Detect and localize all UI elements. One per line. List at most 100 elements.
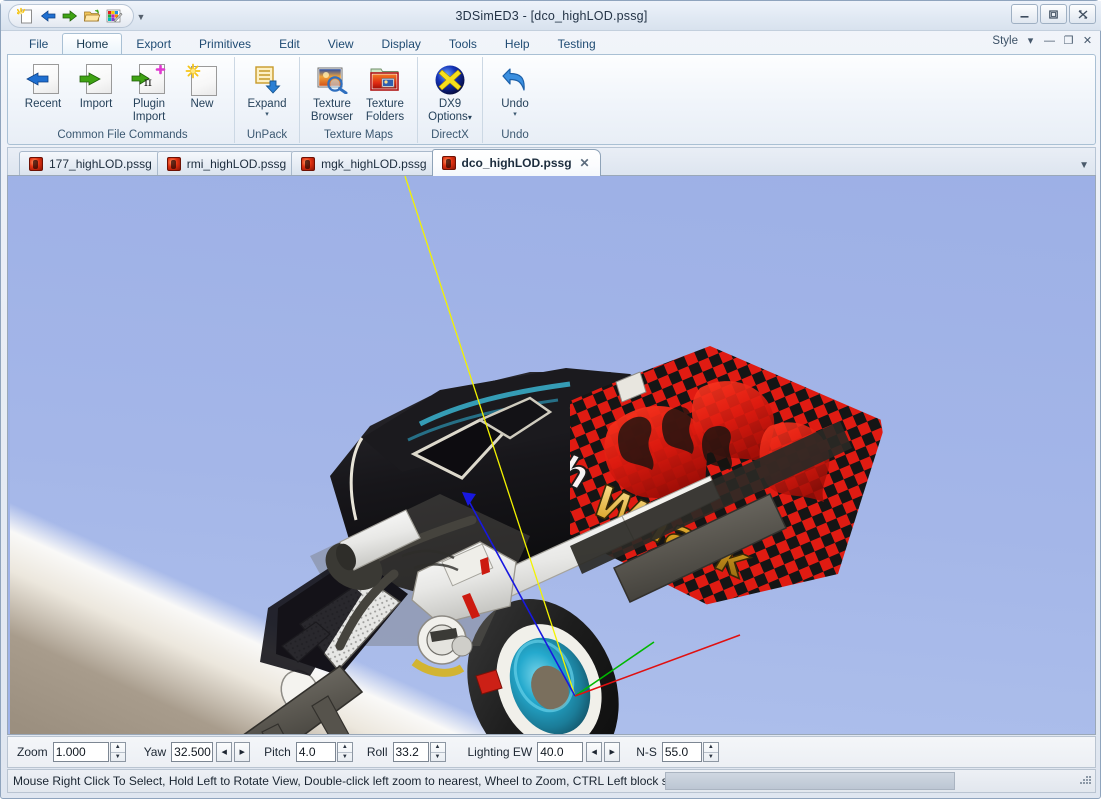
pssg-file-icon <box>441 156 456 170</box>
ribbon-tab-primitives[interactable]: Primitives <box>185 33 265 54</box>
pitch-input[interactable]: 4.0 <box>295 742 336 762</box>
ribbon-body: Recent Import π Plugin Import New Common… <box>7 54 1096 145</box>
roll-label: Roll <box>366 745 388 759</box>
chevron-down-icon[interactable]: ▾ <box>513 111 517 119</box>
pitch-spinner[interactable]: ▲ ▼ <box>336 742 353 762</box>
spinner-down-icon[interactable]: ▼ <box>111 753 125 762</box>
dx9-options-label-line2: Options▾ <box>428 111 472 123</box>
ribbon-tab-help[interactable]: Help <box>491 33 544 54</box>
lighting-ew-label: Lighting EW <box>467 745 533 759</box>
ribbon-group-label-undo: Undo <box>501 129 529 141</box>
plugin-import-button[interactable]: π Plugin Import <box>123 59 175 125</box>
status-message: Mouse Right Click To Select, Hold Left t… <box>13 774 665 788</box>
lighting-ew-control: Lighting EW 40.0 ◀ ▶ <box>468 742 621 762</box>
document-tab-label: mgk_highLOD.pssg <box>321 157 427 171</box>
spinner-up-icon[interactable]: ▲ <box>703 743 718 753</box>
lighting-ew-increase-icon[interactable]: ▶ <box>604 742 621 762</box>
chevron-down-icon[interactable]: ▼ <box>1079 160 1089 171</box>
recent-icon <box>25 63 61 97</box>
spinner-up-icon[interactable]: ▲ <box>337 743 352 753</box>
ribbon-tab-display[interactable]: Display <box>368 33 435 54</box>
undo-button[interactable]: Undo ▾ <box>489 59 541 121</box>
plugin-import-icon: π <box>131 63 167 97</box>
style-label[interactable]: Style <box>992 35 1018 47</box>
ribbon-tab-edit[interactable]: Edit <box>265 33 314 54</box>
spinner-down-icon[interactable]: ▼ <box>431 753 445 762</box>
ribbon-group-texture-maps: Texture Browser Texture Folders Texture … <box>299 57 417 143</box>
ribbon-restore-icon[interactable]: ❐ <box>1062 34 1075 47</box>
close-icon[interactable]: ✕ <box>580 156 590 170</box>
chevron-down-icon[interactable]: ▾ <box>265 111 269 119</box>
lighting-ew-decrease-icon[interactable]: ◀ <box>586 742 603 762</box>
pssg-file-icon <box>166 157 181 171</box>
import-icon <box>78 63 114 97</box>
close-button[interactable] <box>1069 4 1096 24</box>
yaw-control: Yaw 32.500 ◀ ▶ <box>144 742 251 762</box>
expand-button[interactable]: Expand ▾ <box>241 59 293 121</box>
ribbon-tab-home[interactable]: Home <box>62 33 123 54</box>
ribbon-tab-tools[interactable]: Tools <box>435 33 491 54</box>
document-tab-label: 177_highLOD.pssg <box>49 157 152 171</box>
texture-folders-button[interactable]: Texture Folders <box>359 59 411 125</box>
ribbon-tab-view[interactable]: View <box>314 33 368 54</box>
texture-folders-label-line2: Folders <box>365 111 405 123</box>
application-window: ▼ 3DSimED3 - [dco_highLOD.pssg] File Hom… <box>0 0 1101 799</box>
dx9-options-icon <box>432 63 468 97</box>
pssg-file-icon <box>29 157 43 171</box>
lighting-ns-input[interactable]: 55.0 <box>661 742 702 762</box>
front-bumper <box>243 664 364 734</box>
yaw-input[interactable]: 32.500 <box>171 742 214 762</box>
import-button[interactable]: Import <box>70 59 122 121</box>
document-tab-label: dco_highLOD.pssg <box>461 156 572 170</box>
vehicle-model[interactable]: ch Whack <box>10 176 1095 734</box>
spinner-up-icon[interactable]: ▲ <box>430 743 445 753</box>
ribbon: File Home Export Primitives Edit View Di… <box>7 32 1096 145</box>
recent-button[interactable]: Recent <box>17 59 69 121</box>
roll-spinner[interactable]: ▲ ▼ <box>429 742 446 762</box>
document-tab-label: rmi_highLOD.pssg <box>186 157 287 171</box>
lighting-ns-spinner[interactable]: ▲ ▼ <box>702 742 719 762</box>
spinner-up-icon[interactable]: ▲ <box>110 743 125 753</box>
yaw-decrease-icon[interactable]: ◀ <box>216 742 233 762</box>
ribbon-tab-export[interactable]: Export <box>122 33 185 54</box>
resize-grip-icon[interactable] <box>1078 774 1092 788</box>
zoom-spinner[interactable]: ▲ ▼ <box>109 742 126 762</box>
lighting-ns-control: N-S 55.0 ▲ ▼ <box>636 742 719 762</box>
yaw-increase-icon[interactable]: ▶ <box>234 742 251 762</box>
document-tab-rmi[interactable]: rmi_highLOD.pssg <box>156 151 298 176</box>
ribbon-group-label-directx: DirectX <box>431 129 469 141</box>
viewport-3d[interactable]: ch Whack <box>10 176 1095 734</box>
texture-browser-label-line1: Texture <box>313 98 351 110</box>
document-tab-dco[interactable]: dco_highLOD.pssg ✕ <box>431 149 601 176</box>
spinner-down-icon[interactable]: ▼ <box>338 753 352 762</box>
ribbon-close-icon[interactable]: ✕ <box>1081 34 1094 47</box>
import-label: Import <box>79 98 113 110</box>
viewport-frame[interactable]: ch Whack <box>7 175 1096 735</box>
expand-label: Expand <box>247 98 287 110</box>
dx9-options-button[interactable]: DX9 Options▾ <box>424 59 476 125</box>
ribbon-tab-file[interactable]: File <box>15 33 62 54</box>
ribbon-minimize-icon[interactable]: — <box>1043 34 1056 47</box>
spinner-down-icon[interactable]: ▼ <box>704 753 718 762</box>
plugin-import-label-line1: Plugin <box>133 98 165 110</box>
maximize-button[interactable] <box>1040 4 1067 24</box>
expand-icon <box>249 63 285 97</box>
minimize-button[interactable] <box>1011 4 1038 24</box>
chevron-down-icon[interactable]: ▾ <box>1024 34 1037 47</box>
document-tab-mgk[interactable]: mgk_highLOD.pssg <box>291 151 438 176</box>
document-tab-177[interactable]: 177_highLOD.pssg <box>19 151 163 176</box>
chevron-down-icon[interactable]: ▾ <box>468 113 472 122</box>
recent-label: Recent <box>24 98 62 110</box>
roll-input[interactable]: 33.2 <box>392 742 429 762</box>
texture-browser-button[interactable]: Texture Browser <box>306 59 358 125</box>
ribbon-tab-strip: File Home Export Primitives Edit View Di… <box>7 32 1096 54</box>
ribbon-group-undo: Undo ▾ Undo <box>482 57 547 143</box>
new-file-label: New <box>190 98 214 110</box>
lighting-ew-input[interactable]: 40.0 <box>537 742 584 762</box>
new-file-button[interactable]: New <box>176 59 228 121</box>
new-file-icon <box>184 63 220 97</box>
zoom-input[interactable]: 1.000 <box>52 742 109 762</box>
ribbon-group-label-unpack: UnPack <box>246 129 288 141</box>
ribbon-tab-testing[interactable]: Testing <box>544 33 610 54</box>
lighting-ns-label: N-S <box>636 745 657 759</box>
